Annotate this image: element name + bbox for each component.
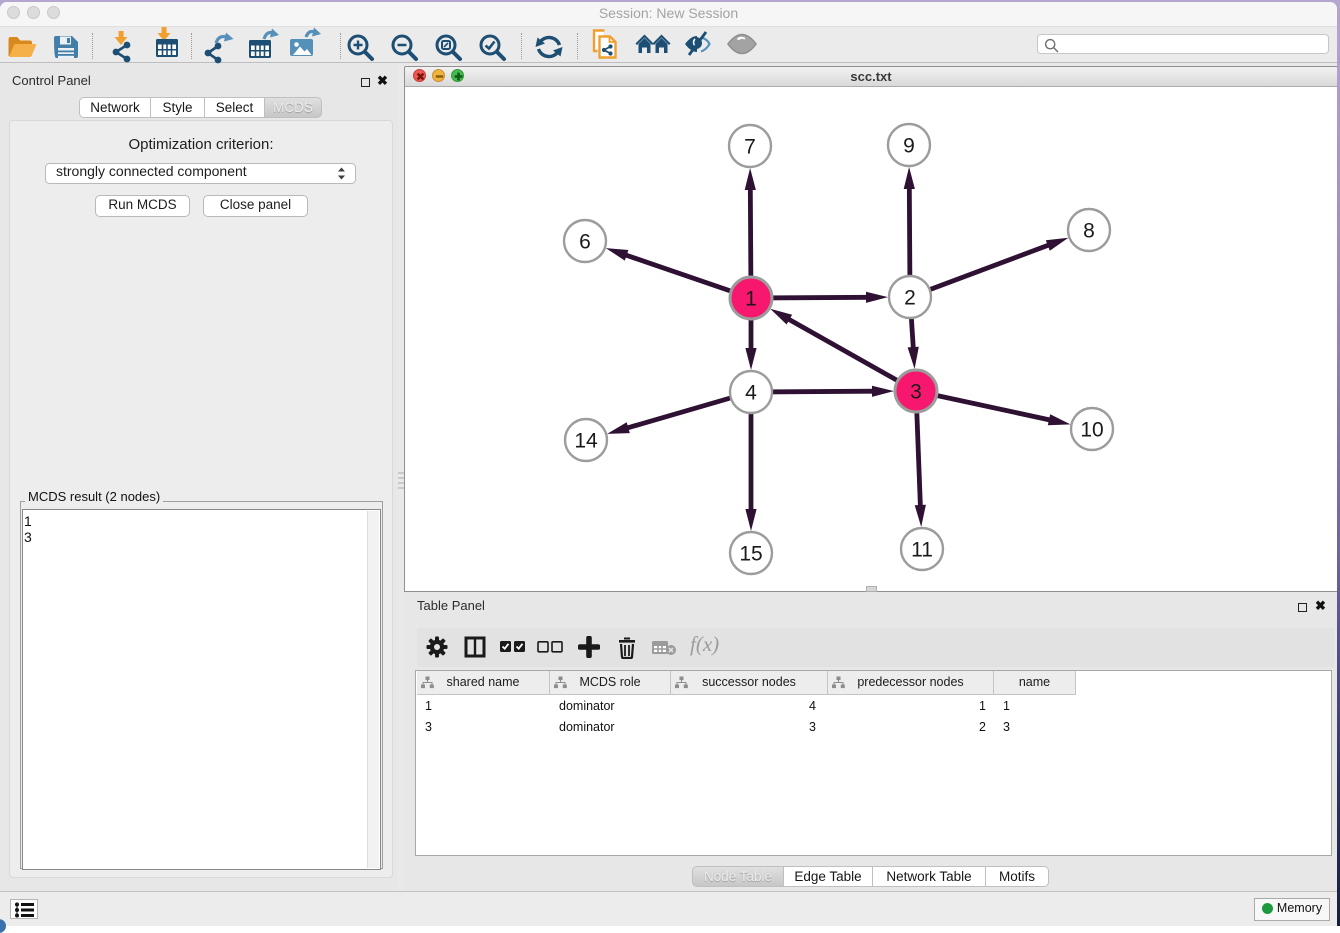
svg-text:4: 4 [745,381,757,404]
svg-text:6: 6 [579,230,591,253]
svg-text:1: 1 [745,287,757,310]
svg-text:8: 8 [1083,219,1095,242]
svg-text:2: 2 [904,286,916,309]
svg-text:3: 3 [910,380,922,403]
svg-text:15: 15 [739,542,762,565]
svg-text:10: 10 [1080,418,1103,441]
svg-text:11: 11 [911,538,933,561]
svg-text:9: 9 [903,134,915,157]
svg-text:7: 7 [744,135,756,158]
svg-text:14: 14 [574,429,598,452]
